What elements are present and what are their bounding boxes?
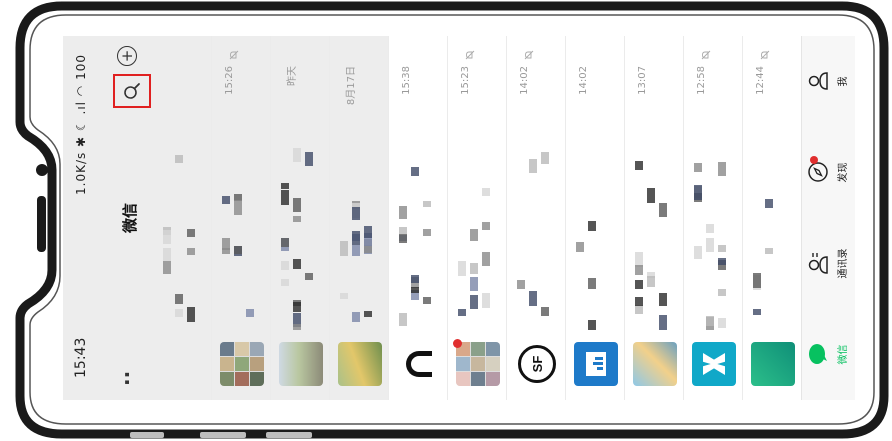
tab-label: 通讯录: [838, 248, 849, 279]
chat-avatar: [633, 342, 677, 386]
bottom-tab-bar: 微信 通讯录 发现我: [801, 36, 855, 400]
chat-avatar: [397, 342, 441, 386]
blurred-chat-preview: [753, 140, 793, 330]
chat-row[interactable]: 14:02: [566, 36, 625, 400]
tab-label: 微信: [838, 344, 849, 365]
status-bar: 15:43 1.0K/s ✱ ☾ .ıl ◠ 100: [63, 36, 105, 400]
status-time: 15:43: [73, 337, 89, 378]
notification-dot: [810, 156, 818, 164]
chat-avatar: [692, 342, 736, 386]
chat-time: 8月17日: [346, 66, 357, 106]
chat-avatar: [161, 342, 205, 386]
chat-time: 12:44: [755, 66, 766, 95]
chat-avatar: [220, 342, 264, 386]
add-button[interactable]: +: [117, 46, 137, 66]
contacts-icon: [808, 253, 832, 275]
unread-badge: [453, 339, 462, 348]
search-icon: [124, 83, 140, 99]
chat-avatar: [456, 342, 500, 386]
top-bar: ·· 微信 +: [105, 36, 153, 400]
chat-avatar: [751, 342, 795, 386]
wechat-app: 15:43 1.0K/s ✱ ☾ .ıl ◠ 100 ·· 微信 + 15:26…: [63, 36, 855, 400]
chat-row[interactable]: 13:07: [625, 36, 684, 400]
mute-bell-icon: [224, 50, 239, 60]
screenshot-stage: 15:43 1.0K/s ✱ ☾ .ıl ◠ 100 ·· 微信 + 15:26…: [0, 0, 892, 441]
blurred-chat-preview: [517, 140, 557, 330]
chat-list: 15:26 昨天 8月17日 15:38 15:23 SF 14:02 14:02 13:07…: [153, 36, 802, 400]
chat-row[interactable]: 8月17日: [330, 36, 389, 400]
chat-time: 昨天: [287, 66, 298, 86]
blurred-chat-preview: [635, 140, 675, 330]
chat-row[interactable]: 昨天: [271, 36, 330, 400]
blurred-chat-preview: [163, 140, 203, 330]
chat-avatar: SF: [515, 342, 559, 386]
chat-row[interactable]: SF 14:02: [507, 36, 566, 400]
blurred-chat-preview: [458, 140, 498, 330]
mute-bell-icon: [460, 50, 475, 60]
blurred-chat-preview: [576, 140, 616, 330]
status-indicators: 1.0K/s ✱ ☾ .ıl ◠ 100: [74, 54, 88, 195]
person-icon: [808, 71, 832, 93]
chat-time: 14:02: [519, 66, 530, 95]
tab-compass[interactable]: 发现: [802, 127, 855, 218]
blurred-chat-preview: [340, 140, 380, 330]
chat-row[interactable]: 12:44: [743, 36, 802, 400]
chat-time: 12:58: [696, 66, 707, 95]
chat-time: 15:38: [401, 66, 412, 95]
mute-bell-icon: [755, 50, 770, 60]
chat-avatar: [574, 342, 618, 386]
blurred-chat-preview: [281, 140, 321, 330]
tab-label: 我: [838, 76, 849, 87]
chat-time: 15:23: [460, 66, 471, 95]
search-button[interactable]: [113, 74, 151, 108]
chat-time: 15:26: [224, 66, 235, 95]
chat-row[interactable]: [153, 36, 212, 400]
blurred-chat-preview: [694, 140, 734, 330]
compass-icon: [808, 162, 832, 184]
phone-screen: 15:43 1.0K/s ✱ ☾ .ıl ◠ 100 ·· 微信 + 15:26…: [63, 36, 855, 400]
chat-time: 14:02: [578, 66, 589, 95]
tab-label: 发现: [838, 162, 849, 183]
tab-person[interactable]: 我: [802, 36, 855, 127]
chat-row[interactable]: 15:26: [212, 36, 271, 400]
chat-time: 13:07: [637, 66, 648, 95]
blurred-chat-preview: [399, 140, 439, 330]
mute-bell-icon: [519, 50, 534, 60]
tab-contacts[interactable]: 通讯录: [802, 218, 855, 309]
chat-icon: [808, 344, 832, 366]
chat-row[interactable]: 15:38: [389, 36, 448, 400]
tab-chat[interactable]: 微信: [802, 309, 855, 400]
blurred-chat-preview: [222, 140, 262, 330]
chat-row[interactable]: 15:23: [448, 36, 507, 400]
chat-avatar: [279, 342, 323, 386]
chat-row[interactable]: 12:58: [684, 36, 743, 400]
chat-avatar: [338, 342, 382, 386]
mute-bell-icon: [696, 50, 711, 60]
add-circle-icon: +: [117, 49, 136, 63]
